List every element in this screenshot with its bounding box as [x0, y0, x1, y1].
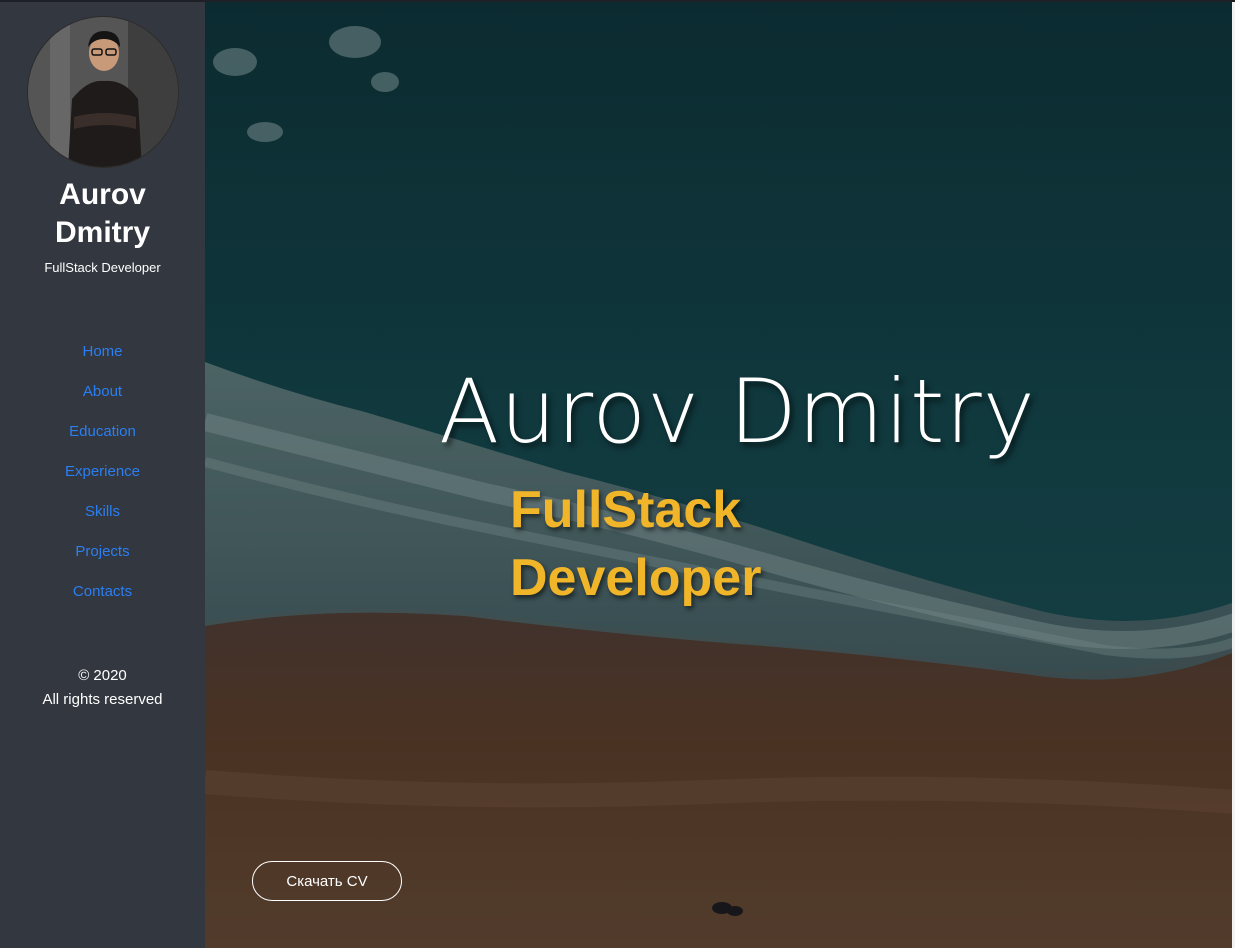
profile-role: FullStack Developer [44, 260, 161, 275]
nav-link-projects[interactable]: Projects [0, 532, 205, 572]
copyright-text: All rights reserved [42, 691, 163, 708]
sidebar: Aurov Dmitry FullStack Developer Home Ab… [0, 2, 205, 948]
copyright-year: © 2020 [78, 667, 127, 684]
copyright: © 2020 All rights reserved [42, 664, 162, 712]
hero-subtitle: FullStack Developer [510, 481, 762, 607]
sidebar-nav: Home About Education Experience Skills P… [0, 332, 205, 612]
avatar [26, 16, 179, 168]
nav-link-contacts[interactable]: Contacts [0, 572, 205, 612]
nav-link-experience[interactable]: Experience [0, 452, 205, 492]
nav-link-skills[interactable]: Skills [0, 492, 205, 532]
beach-background-image [205, 2, 1232, 948]
page: Aurov Dmitry FullStack Developer Home Ab… [0, 0, 1235, 948]
nav-link-about[interactable]: About [0, 372, 205, 412]
hero-section: Aurov Dmitry FullStack Developer Скачать… [205, 2, 1235, 948]
download-cv-button[interactable]: Скачать CV [252, 861, 402, 901]
nav-link-home[interactable]: Home [0, 332, 205, 372]
nav-link-education[interactable]: Education [0, 412, 205, 452]
profile-name: Aurov Dmitry [54, 178, 151, 249]
hero-title: Aurov Dmitry [439, 360, 1036, 463]
